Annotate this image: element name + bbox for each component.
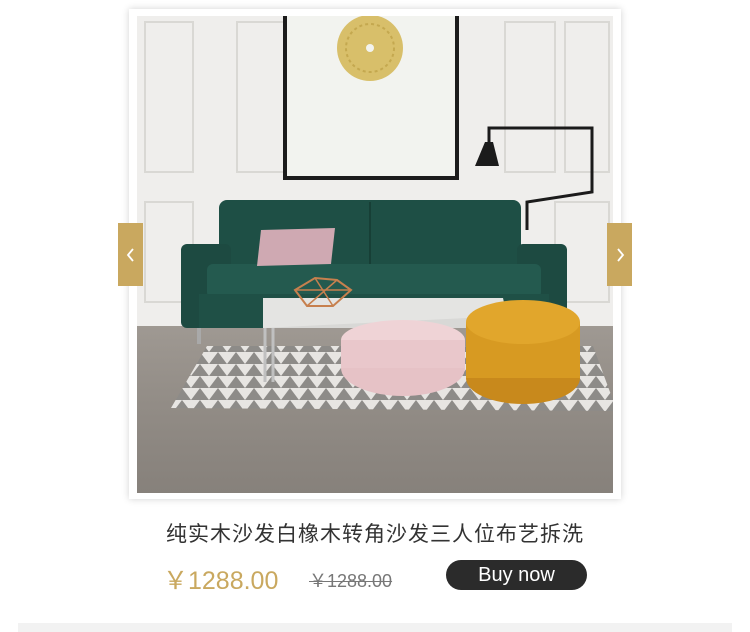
price-current: ￥1288.00	[163, 567, 279, 595]
product-image-card	[129, 9, 621, 499]
product-image[interactable]	[137, 16, 613, 493]
buy-now-button[interactable]: Buy now	[446, 560, 587, 590]
carousel-next-button[interactable]	[607, 223, 632, 286]
product-page: 纯实木沙发白橡木转角沙发三人位布艺拆洗 ￥1288.00 ￥1288.00 Bu…	[0, 0, 750, 632]
carousel-prev-button[interactable]	[118, 223, 143, 286]
price-original: ￥1288.00	[309, 571, 393, 591]
sofa-photo	[137, 16, 613, 493]
chevron-right-icon	[616, 247, 624, 262]
product-title: 纯实木沙发白橡木转角沙发三人位布艺拆洗	[166, 522, 584, 546]
bottom-divider	[18, 623, 732, 632]
chevron-left-icon	[126, 247, 134, 262]
